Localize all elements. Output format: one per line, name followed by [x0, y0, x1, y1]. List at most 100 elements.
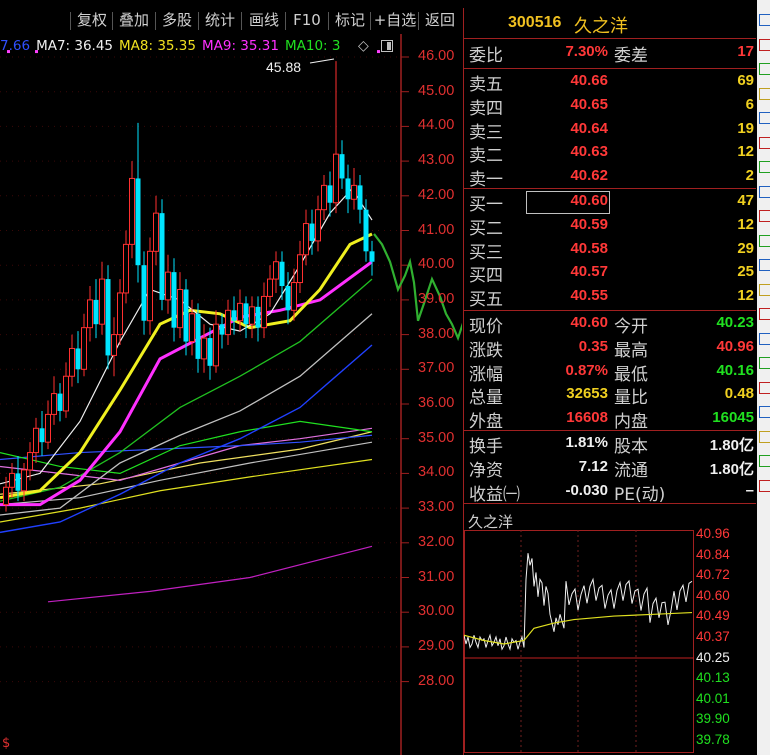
toolbar-button[interactable]: F10 — [287, 8, 327, 32]
candle-body — [51, 393, 57, 415]
candle-body — [321, 184, 327, 211]
candle-body — [237, 302, 243, 322]
candle-body — [273, 261, 279, 280]
quote-value: 32653 — [566, 385, 608, 403]
candle-body — [27, 452, 33, 471]
side-tool-icon[interactable] — [759, 259, 770, 271]
side-tool-icon[interactable] — [759, 430, 770, 443]
quote-label: 买四 — [469, 266, 503, 287]
quote-value: 12 — [737, 143, 754, 161]
quote-label: 涨幅 — [469, 364, 503, 385]
quote-label: 现价 — [469, 317, 503, 337]
selected-bid-cell[interactable] — [526, 191, 610, 214]
quote-row: 买四 40.57 25 — [464, 261, 756, 287]
quote-label: 换手 — [469, 437, 503, 457]
quote-label: 最高 — [614, 340, 648, 361]
side-tool-icon[interactable] — [759, 479, 770, 492]
side-tool-icon[interactable] — [759, 357, 770, 369]
quote-value: 47 — [737, 192, 754, 209]
quote-value: 6 — [745, 95, 754, 113]
quote-value: 40.63 — [570, 143, 608, 161]
candle-body — [135, 178, 141, 266]
candle-body — [99, 278, 105, 325]
quote-label: 内盘 — [614, 412, 648, 433]
side-tool-icon[interactable] — [759, 406, 770, 418]
side-tool-icon[interactable] — [759, 112, 770, 124]
intraday-tick-label: 40.37 — [696, 629, 730, 644]
quote-label: 净资 — [469, 460, 503, 481]
candle-body — [93, 299, 99, 325]
marker-dot — [377, 50, 380, 54]
quote-value: 40.65 — [570, 95, 608, 113]
quote-value: 1.81% — [565, 434, 608, 451]
side-tool-icon[interactable] — [759, 381, 770, 394]
side-tool-icon[interactable] — [759, 308, 770, 320]
quote-value: 0.87% — [565, 361, 608, 379]
candle-body — [369, 251, 375, 262]
toolbar-button[interactable]: +自选 — [372, 8, 418, 32]
candle-body — [159, 213, 165, 300]
quote-row: 换手 1.81% 股本 1.80亿 — [464, 432, 756, 457]
kline-chart[interactable] — [0, 34, 462, 755]
candle-body — [357, 185, 363, 210]
quote-row: 涨跌 0.35 最高 40.96 — [464, 336, 756, 361]
toolbar-button[interactable]: 标记 — [330, 8, 370, 32]
intraday-chart[interactable] — [464, 530, 696, 755]
side-tool-icon[interactable] — [759, 161, 770, 173]
side-tool-icon[interactable] — [759, 185, 770, 198]
toolbar-button[interactable]: 复权 — [72, 8, 112, 32]
side-tool-icon[interactable] — [759, 87, 770, 100]
quote-label: 外盘 — [469, 412, 503, 433]
quote-value: – — [745, 481, 754, 499]
side-tool-icon[interactable] — [759, 210, 770, 222]
candle-body — [123, 243, 129, 294]
stock-name: 久之洋 — [574, 16, 628, 37]
candle-body — [177, 288, 183, 329]
quote-value: 69 — [737, 72, 754, 89]
candle-body — [87, 299, 93, 329]
intraday-tick-label: 40.96 — [696, 526, 730, 541]
toolbar-button[interactable]: 返回 — [420, 8, 460, 32]
quote-label: 委比 — [469, 46, 503, 66]
side-tool-icon[interactable] — [759, 455, 770, 467]
quote-label: 买一 — [469, 195, 503, 215]
candle-body — [39, 428, 45, 443]
toolbar-button[interactable]: 画线 — [243, 8, 285, 32]
candle-body — [363, 209, 369, 252]
stock-code: 300516 — [508, 14, 562, 31]
candle-body — [219, 324, 225, 335]
quote-value: 40.62 — [570, 167, 608, 185]
side-toolbar — [757, 0, 770, 755]
candle-body — [255, 306, 261, 328]
side-tool-icon[interactable] — [759, 14, 770, 26]
toolbar-button[interactable]: 叠加 — [114, 8, 154, 32]
intraday-tick-label: 40.25 — [696, 649, 730, 665]
candle-body — [153, 212, 159, 252]
quote-value: 17 — [737, 43, 754, 60]
quote-row: 委比 7.30% 委差 17 — [464, 41, 756, 66]
quote-value: 40.59 — [570, 215, 608, 233]
side-tool-icon[interactable] — [759, 283, 770, 296]
candle-body — [111, 334, 117, 356]
side-tool-icon[interactable] — [759, 38, 770, 51]
side-tool-icon[interactable] — [759, 234, 770, 247]
toolbar-button[interactable]: 多股 — [157, 8, 197, 32]
toolbar-button[interactable]: 统计 — [200, 8, 240, 32]
quote-panel: 300516 久之洋 委比 7.30% 委差 17 卖五 40.66 69 卖四 40.65 6 卖… — [463, 8, 756, 755]
side-tool-icon[interactable] — [759, 63, 770, 75]
quote-value: 19 — [737, 119, 754, 137]
side-tool-icon[interactable] — [759, 332, 770, 345]
quote-value: 1.80亿 — [709, 460, 754, 478]
candle-body — [303, 223, 309, 256]
candle-body — [201, 337, 207, 360]
side-tool-icon[interactable] — [759, 136, 770, 149]
quote-row: 涨幅 0.87% 最低 40.16 — [464, 360, 756, 385]
candle-body — [129, 177, 135, 245]
quote-value: 12 — [737, 215, 754, 233]
candle-body — [327, 185, 333, 203]
quote-row: 买一 40.60 47 — [464, 190, 756, 215]
quote-value: 7.30% — [565, 43, 608, 60]
candle-body — [15, 473, 21, 491]
candle-body — [105, 279, 111, 356]
candle-body — [345, 178, 351, 200]
